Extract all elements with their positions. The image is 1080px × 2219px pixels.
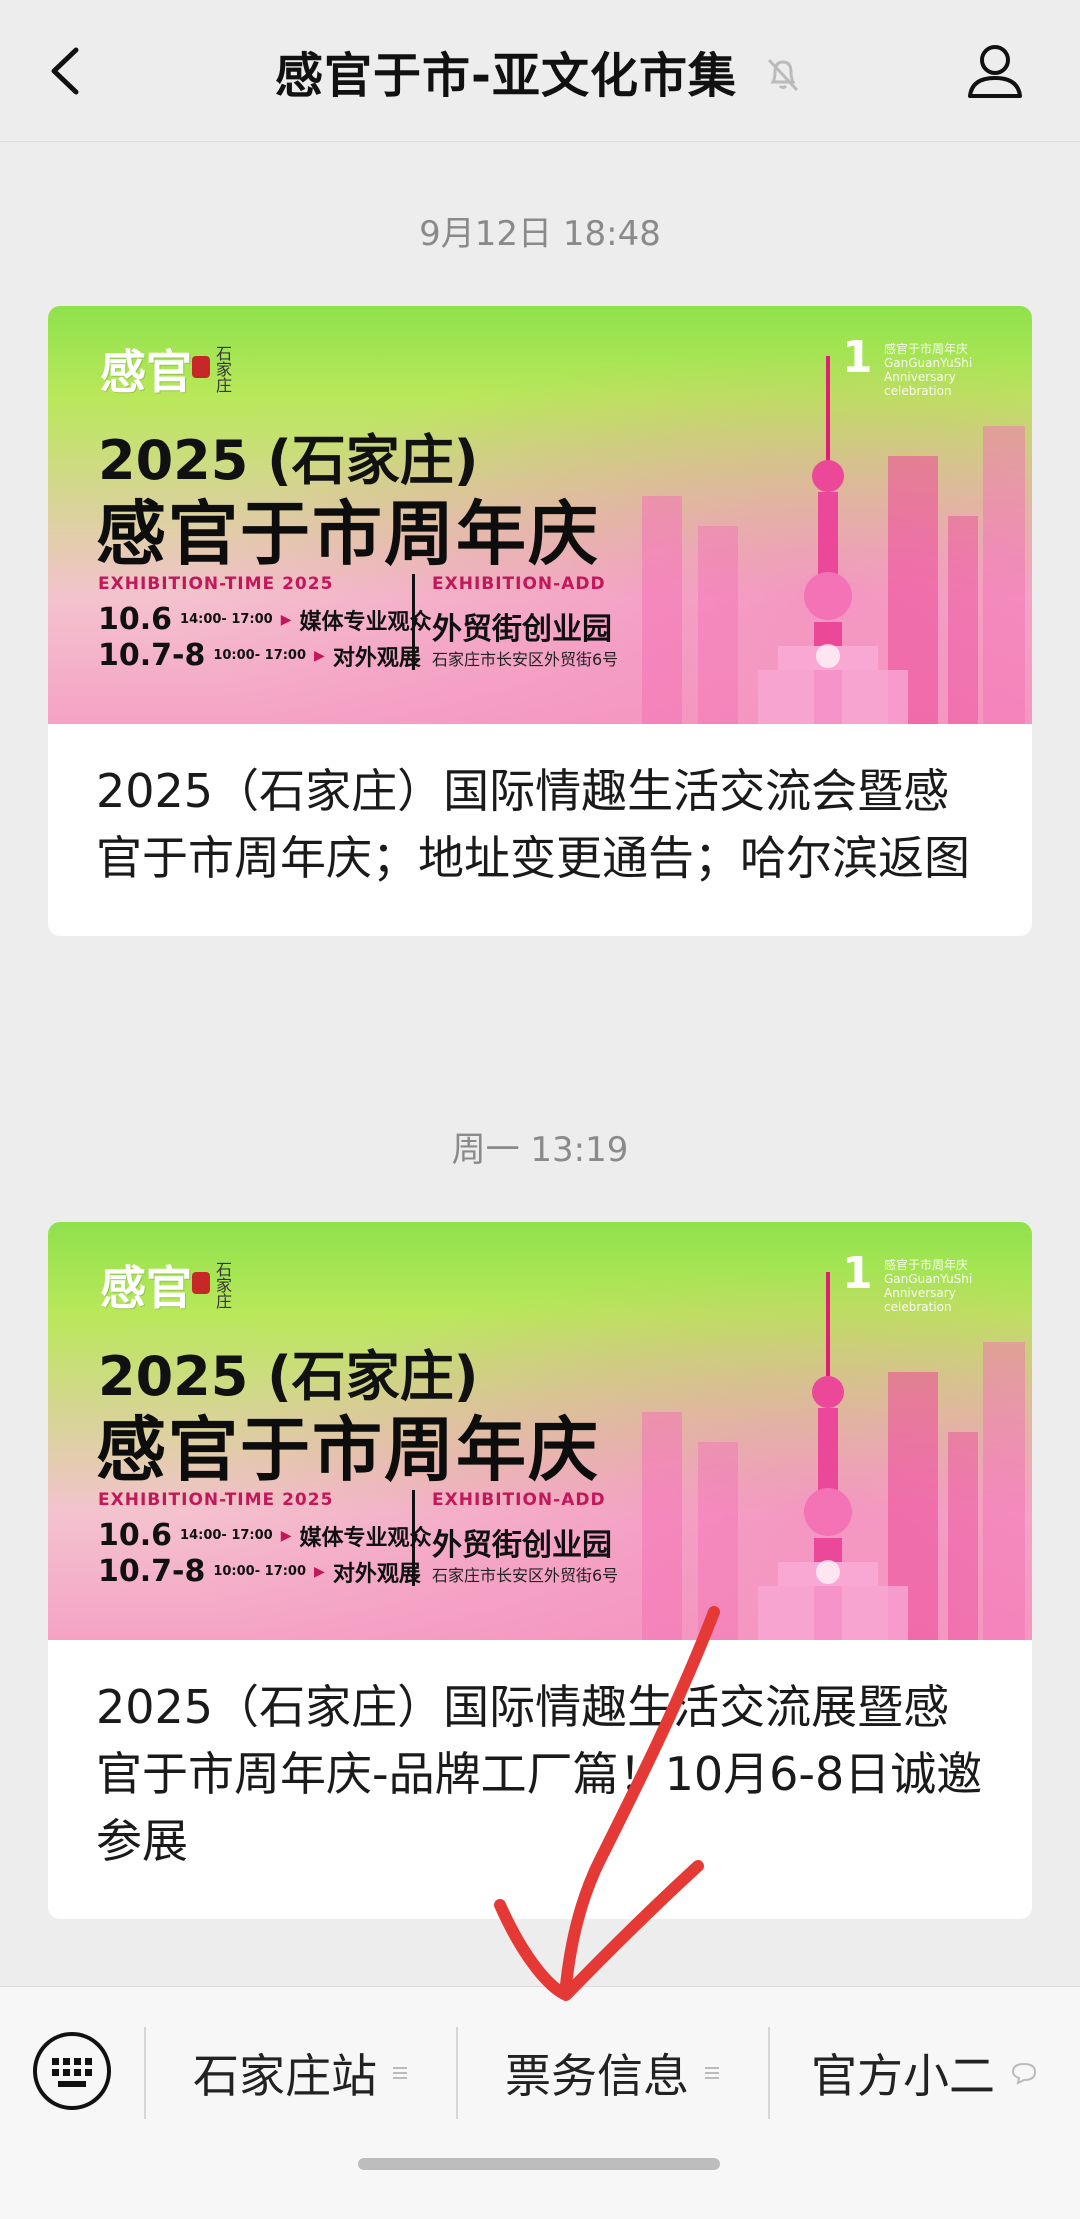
venue-address: 石家庄市长安区外贸街6号	[432, 1566, 619, 1585]
schedule-time: 10:00- 17:00	[213, 647, 307, 663]
venue-address: 石家庄市长安区外贸街6号	[432, 650, 619, 669]
play-arrow-icon: ▶	[314, 1563, 325, 1580]
schedule-time: 14:00- 17:00	[180, 611, 273, 627]
schedule-desc: 对外观展	[332, 645, 421, 671]
menu-item-official-assistant[interactable]: 官方小二	[770, 2027, 1080, 2119]
schedule-time: 14:00- 17:00	[180, 1527, 273, 1543]
exhibition-address-label: EXHIBITION-ADD	[432, 574, 606, 594]
schedule-row: 10.7-8 10:00- 17:00 ▶ 对外观展	[98, 1554, 421, 1589]
menu-item-label: 票务信息	[505, 2049, 689, 2103]
city-skyline-illustration	[642, 1272, 1025, 1640]
keyboard-icon	[33, 2032, 111, 2110]
schedule-date: 10.7-8	[98, 1554, 206, 1589]
brand-logo: 感官	[100, 1261, 192, 1315]
chat-bubble-icon	[1011, 2062, 1037, 2085]
schedule-time: 10:00- 17:00	[213, 1563, 307, 1579]
logo-seal	[192, 356, 210, 378]
exhibition-address-label: EXHIBITION-ADD	[432, 1490, 606, 1510]
banner-headline: 感官于市周年庆	[96, 1409, 600, 1491]
schedule-row: 10.7-8 10:00- 17:00 ▶ 对外观展	[98, 638, 421, 673]
schedule-date: 10.6	[98, 1518, 173, 1553]
article-cover-image: 感官 石家庄 1 感官于市周年庆 GanGuanYuShi Anniversar…	[48, 306, 1032, 724]
message-timestamp: 周一 13:19	[451, 1130, 629, 1170]
anniversary-text: 感官于市周年庆 GanGuanYuShi Anniversary celebra…	[884, 342, 973, 398]
schedule-desc: 媒体专业观众	[299, 609, 432, 635]
exhibition-time-label: EXHIBITION-TIME 2025	[98, 1490, 334, 1510]
keyboard-toggle-button[interactable]	[32, 2031, 112, 2111]
mute-bell-icon	[767, 58, 799, 92]
play-arrow-icon: ▶	[280, 611, 292, 628]
exhibition-time-label: EXHIBITION-TIME 2025	[98, 574, 334, 594]
menu-item-shijiazhuang[interactable]: 石家庄站	[146, 2027, 456, 2119]
banner-headline: 感官于市周年庆	[96, 493, 600, 575]
brand-logo: 感官	[100, 345, 192, 399]
article-title[interactable]: 2025（石家庄）国际情趣生活交流会暨感官于市周年庆；地址变更通告；哈尔滨返图	[48, 724, 1032, 936]
schedule-row: 10.6 14:00- 17:00 ▶ 媒体专业观众	[98, 1518, 432, 1553]
venue-name: 外贸街创业园	[432, 612, 612, 647]
anniversary-number: 1	[842, 332, 873, 383]
play-arrow-icon: ▶	[314, 647, 325, 664]
article-card[interactable]: 感官 石家庄 1 感官于市周年庆 GanGuanYuShi Anniversar…	[48, 306, 1032, 936]
schedule-date: 10.7-8	[98, 638, 206, 673]
schedule-date: 10.6	[98, 602, 173, 637]
anniversary-text: 感官于市周年庆 GanGuanYuShi Anniversary celebra…	[884, 1258, 973, 1314]
article-title[interactable]: 2025（石家庄）国际情趣生活交流展暨感官于市周年庆-品牌工厂篇！10月6-8日…	[48, 1640, 1032, 1919]
article-card[interactable]: 感官 石家庄 1 感官于市周年庆 GanGuanYuShi Anniversar…	[48, 1222, 1032, 1919]
profile-button[interactable]	[960, 36, 1030, 106]
home-indicator	[358, 2158, 720, 2170]
schedule-desc: 对外观展	[332, 1561, 421, 1587]
logo-side-text: 石家庄	[216, 344, 233, 395]
menu-item-label: 官方小二	[811, 2049, 995, 2103]
venue-name: 外贸街创业园	[432, 1528, 612, 1563]
bottom-menu-bar: 石家庄站 票务信息 官方小二	[0, 1986, 1080, 2219]
logo-seal	[192, 1272, 210, 1294]
schedule-desc: 媒体专业观众	[299, 1525, 432, 1551]
top-nav-bar: 感官于市-亚文化市集	[0, 0, 1080, 142]
menu-item-ticket-info[interactable]: 票务信息	[458, 2027, 768, 2119]
page-title: 感官于市-亚文化市集	[275, 48, 737, 104]
anniversary-number: 1	[842, 1248, 873, 1299]
menu-lines-icon	[393, 2067, 407, 2079]
chat-screen: 感官于市-亚文化市集 9月12日 18:48 感官 石家庄 1 感官于市周年庆 …	[0, 0, 1080, 2219]
schedule-row: 10.6 14:00- 17:00 ▶ 媒体专业观众	[98, 602, 432, 637]
menu-item-label: 石家庄站	[193, 2049, 377, 2103]
person-icon	[968, 45, 1022, 98]
title-area: 感官于市-亚文化市集	[0, 36, 1080, 106]
message-timestamp: 9月12日 18:48	[419, 214, 661, 254]
city-skyline-illustration	[642, 356, 1025, 724]
play-arrow-icon: ▶	[280, 1527, 292, 1544]
logo-side-text: 石家庄	[216, 1260, 233, 1311]
article-cover-image: 感官 石家庄 1 感官于市周年庆 GanGuanYuShi Anniversar…	[48, 1222, 1032, 1640]
menu-lines-icon	[705, 2067, 719, 2079]
